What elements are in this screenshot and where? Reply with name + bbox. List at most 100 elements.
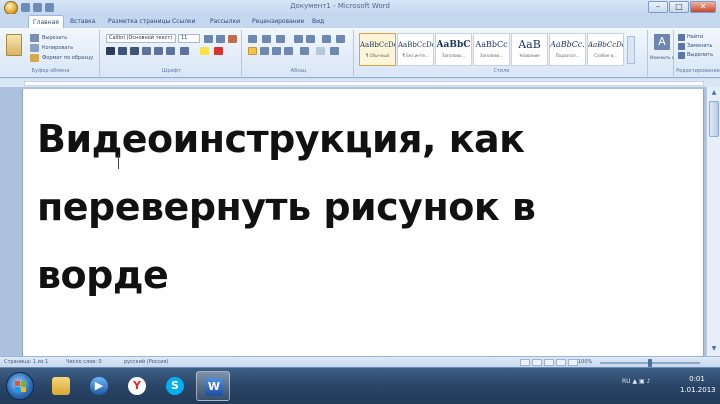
language-indicator[interactable]: русский (Россия) xyxy=(124,358,184,367)
highlight-icon[interactable] xyxy=(200,47,209,55)
tab-page-layout[interactable]: Разметка страницы xyxy=(108,15,170,28)
font-size-combo[interactable]: 11 xyxy=(178,34,200,43)
style-title[interactable]: AaB Название xyxy=(511,33,548,66)
tab-insert[interactable]: Вставка xyxy=(70,15,95,28)
save-icon[interactable] xyxy=(21,3,30,12)
replace-icon[interactable] xyxy=(678,43,685,50)
outline-icon[interactable] xyxy=(556,359,566,366)
draft-icon[interactable] xyxy=(568,359,578,366)
find-label[interactable]: Найти xyxy=(687,33,719,41)
change-case-icon[interactable] xyxy=(180,47,189,55)
maximize-button[interactable]: □ xyxy=(669,1,689,13)
clipboard-group: Вырезать Копировать Формат по образцу Бу… xyxy=(2,30,100,76)
tray-flag-icon[interactable]: ▲ ▣ ♪ xyxy=(632,378,650,385)
find-icon[interactable] xyxy=(678,34,685,41)
taskbar-yandex[interactable]: Y xyxy=(120,371,154,401)
zoom-level[interactable]: 100% xyxy=(578,358,598,367)
quick-access-toolbar xyxy=(4,1,54,15)
font-color-icon[interactable] xyxy=(214,47,223,55)
shading-icon[interactable] xyxy=(316,47,325,55)
clear-format-icon[interactable] xyxy=(228,35,237,43)
styles-scroll-icon[interactable] xyxy=(627,36,635,64)
multilevel-list-icon[interactable] xyxy=(276,35,285,43)
format-painter-label[interactable]: Формат по образцу xyxy=(42,54,98,62)
taskbar-skype[interactable]: S xyxy=(158,371,192,401)
start-button[interactable] xyxy=(6,372,34,400)
increase-indent-icon[interactable] xyxy=(306,35,315,43)
bold-icon[interactable] xyxy=(106,47,115,55)
ruler[interactable] xyxy=(0,79,720,87)
decrease-indent-icon[interactable] xyxy=(294,35,303,43)
scroll-thumb[interactable] xyxy=(709,101,719,137)
ruler-track xyxy=(24,81,704,86)
align-right-icon[interactable] xyxy=(272,47,281,55)
replace-label[interactable]: Заменить xyxy=(687,42,719,50)
line-spacing-icon[interactable] xyxy=(300,47,309,55)
style-heading-1[interactable]: AaBbC Заголово... xyxy=(435,33,472,66)
bullets-icon[interactable] xyxy=(248,35,257,43)
font-name-combo[interactable]: Calibri (Основной текст) xyxy=(106,34,176,43)
grow-font-icon[interactable] xyxy=(204,35,213,43)
cut-icon[interactable] xyxy=(30,34,39,42)
scroll-down-icon[interactable]: ▼ xyxy=(708,344,720,354)
cut-label[interactable]: Вырезать xyxy=(42,34,92,42)
format-painter-icon[interactable] xyxy=(30,54,39,62)
page-count[interactable]: Страница: 1 из 1 xyxy=(4,358,62,367)
tab-home[interactable]: Главная xyxy=(28,15,64,28)
taskbar-word[interactable]: W xyxy=(196,371,230,401)
copy-icon[interactable] xyxy=(30,44,39,52)
tab-mailings[interactable]: Рассылки xyxy=(210,15,240,28)
vertical-scrollbar[interactable]: ▲ ▼ xyxy=(706,87,720,356)
clipboard-group-label: Буфер обмена xyxy=(31,68,70,74)
paragraph-group-label: Абзац xyxy=(290,68,307,74)
full-screen-icon[interactable] xyxy=(532,359,542,366)
close-button[interactable]: ✕ xyxy=(690,1,716,13)
style-normal[interactable]: AaBbCcDc ¶ Обычный xyxy=(359,33,396,66)
sort-icon[interactable] xyxy=(322,35,331,43)
minimize-button[interactable]: – xyxy=(648,1,668,13)
status-bar: Страница: 1 из 1 Число слов: 0 русский (… xyxy=(0,356,720,367)
copy-label[interactable]: Копировать xyxy=(42,44,92,52)
align-left-icon[interactable] xyxy=(248,47,257,55)
style-no-spacing[interactable]: AaBbCcDc ¶ Без инте... xyxy=(397,33,434,66)
word-count[interactable]: Число слов: 0 xyxy=(66,358,118,367)
strikethrough-icon[interactable] xyxy=(142,47,151,55)
redo-icon[interactable] xyxy=(45,3,54,12)
shrink-font-icon[interactable] xyxy=(216,35,225,43)
superscript-icon[interactable] xyxy=(166,47,175,55)
style-heading-2[interactable]: AaBbCc Заголово... xyxy=(473,33,510,66)
taskbar-explorer[interactable] xyxy=(44,371,78,401)
tab-references[interactable]: Ссылки xyxy=(172,15,196,28)
zoom-slider-knob[interactable] xyxy=(648,359,652,367)
web-layout-icon[interactable] xyxy=(544,359,554,366)
change-styles-icon[interactable]: A xyxy=(654,34,670,50)
numbering-icon[interactable] xyxy=(262,35,271,43)
document-text[interactable]: Видеоинструкция, как перевернуть рисунок… xyxy=(37,105,677,309)
justify-icon[interactable] xyxy=(284,47,293,55)
borders-icon[interactable] xyxy=(330,47,339,55)
tab-review[interactable]: Рецензирование xyxy=(252,15,304,28)
select-label[interactable]: Выделить xyxy=(687,51,719,59)
show-marks-icon[interactable] xyxy=(336,35,345,43)
underline-icon[interactable] xyxy=(130,47,139,55)
scroll-up-icon[interactable]: ▲ xyxy=(708,88,720,98)
style-subtitle[interactable]: AaBbCc. Подзагол... xyxy=(549,33,586,66)
tray-language[interactable]: RU xyxy=(622,378,631,385)
subscript-icon[interactable] xyxy=(154,47,163,55)
undo-icon[interactable] xyxy=(33,3,42,12)
clock-time: 0:01 xyxy=(689,375,705,383)
style-name: Заголово... xyxy=(479,53,504,58)
print-layout-icon[interactable] xyxy=(520,359,530,366)
change-styles-label[interactable]: Изменить стили xyxy=(650,54,674,62)
select-icon[interactable] xyxy=(678,52,685,59)
clock[interactable]: 0:01 1.01.2013 xyxy=(680,374,716,396)
ribbon: Вырезать Копировать Формат по образцу Бу… xyxy=(0,28,720,78)
taskbar-media-player[interactable]: ▶ xyxy=(82,371,116,401)
tab-view[interactable]: Вид xyxy=(312,15,324,28)
style-subtle-emphasis[interactable]: AaBbCcDc Слабое в... xyxy=(587,33,624,66)
office-button[interactable] xyxy=(4,1,18,15)
italic-icon[interactable] xyxy=(118,47,127,55)
document-page[interactable]: Видеоинструкция, как перевернуть рисунок… xyxy=(22,89,704,356)
align-center-icon[interactable] xyxy=(260,47,269,55)
paste-icon[interactable] xyxy=(6,34,22,56)
